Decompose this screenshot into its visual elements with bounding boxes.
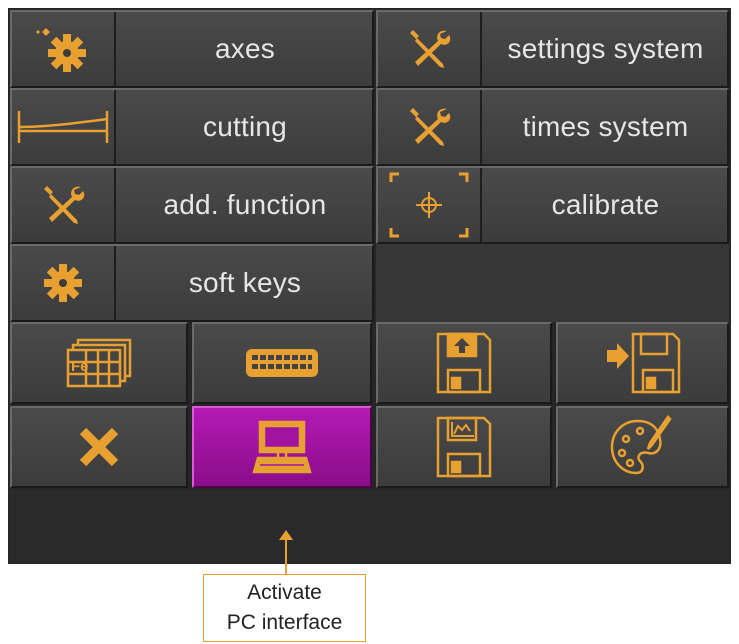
save-upload-button[interactable] [376,322,552,404]
computer-icon [194,408,370,486]
callout-line-2: PC interface [226,611,343,634]
save-import-button[interactable] [556,322,729,404]
pc-interface-button[interactable] [192,406,372,488]
crosshair-icon [378,168,482,242]
palette-icon [558,408,727,486]
bottom-strip [10,490,729,562]
save-chart-button[interactable] [376,406,552,488]
times-system-button[interactable]: times system [376,88,729,166]
soft-keys-button[interactable]: soft keys [10,244,374,322]
soft-keys-label: soft keys [188,267,302,298]
keyboard-icon [194,324,370,402]
cutting-profile-icon [12,90,116,164]
gear-icon [12,246,116,320]
floppy-import-icon [558,324,727,402]
floppy-upload-icon [378,324,550,402]
wrench-screwdriver-icon [378,12,482,86]
menu-panel: axes settings system cutting times syste… [8,8,731,564]
keyboard-button[interactable] [192,322,372,404]
palette-button[interactable] [556,406,729,488]
material-table-button[interactable]: Fe [10,322,188,404]
settings-system-button[interactable]: settings system [376,10,729,88]
add-function-button[interactable]: add. function [10,166,374,244]
times-system-label: times system [522,111,689,142]
wrench-screwdriver-icon [378,90,482,164]
calibrate-label: calibrate [551,189,660,220]
floppy-chart-icon [378,408,550,486]
close-icon [12,408,186,486]
settings-system-label: settings system [507,33,704,64]
cutting-label: cutting [203,111,287,142]
axes-button[interactable]: axes [10,10,374,88]
callout-line-1: Activate [247,581,322,604]
callout-leader-line [285,536,287,574]
empty-slot [376,244,729,322]
close-button[interactable] [10,406,188,488]
wrench-screwdriver-icon [12,168,116,242]
svg-text:Fe: Fe [71,358,89,375]
gear-sparkle-icon [12,12,116,86]
material-table-icon: Fe [12,324,186,402]
axes-label: axes [215,33,275,64]
calibrate-button[interactable]: calibrate [376,166,729,244]
pc-interface-callout: Activate PC interface [203,574,366,642]
add-function-label: add. function [163,189,327,220]
cutting-button[interactable]: cutting [10,88,374,166]
